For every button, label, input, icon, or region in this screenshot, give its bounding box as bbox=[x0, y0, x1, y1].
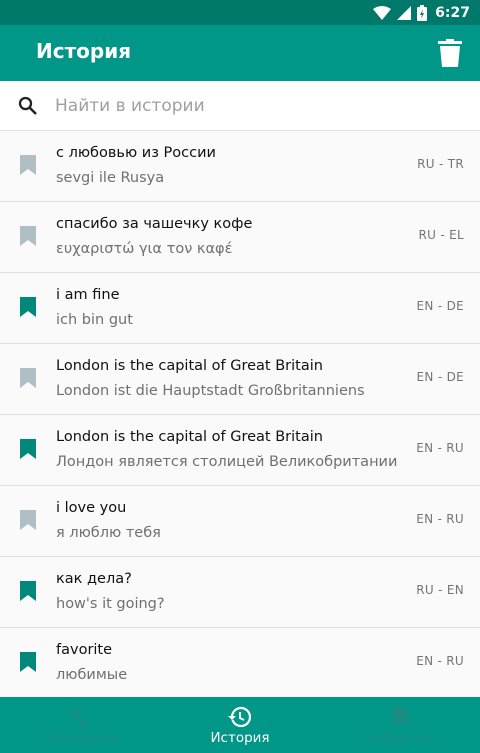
history-list: с любовью из России sevgi ile Rusya RU -… bbox=[0, 131, 480, 697]
language-pair: EN - DE bbox=[416, 299, 464, 313]
bookmark-icon[interactable] bbox=[20, 297, 36, 317]
language-pair: EN - RU bbox=[416, 512, 464, 526]
source-text: London is the capital of Great Britain bbox=[56, 358, 323, 374]
signal-icon bbox=[397, 6, 412, 20]
source-text: i love you bbox=[56, 500, 127, 516]
list-item[interactable]: favorite любимые EN - RU bbox=[0, 628, 480, 697]
bookmark-icon bbox=[393, 707, 407, 727]
source-text: с любовью из России bbox=[56, 145, 216, 161]
list-item[interactable]: London is the capital of Great Britain Л… bbox=[0, 415, 480, 486]
page-title: История bbox=[36, 39, 132, 63]
translation-text: ευχαριστώ για τον καφέ bbox=[56, 241, 233, 257]
list-item[interactable]: как дела? how's it going? RU - EN bbox=[0, 557, 480, 628]
bookmark-icon[interactable] bbox=[20, 226, 36, 246]
bookmark-icon[interactable] bbox=[20, 155, 36, 175]
source-text: i am fine bbox=[56, 287, 120, 303]
source-text: London is the capital of Great Britain bbox=[56, 429, 323, 445]
source-text: спасибо за чашечку кофе bbox=[56, 216, 253, 232]
language-pair: RU - EN bbox=[416, 583, 464, 597]
translation-text: sevgi ile Rusya bbox=[56, 170, 165, 186]
wifi-icon bbox=[373, 6, 392, 20]
language-pair: RU - TR bbox=[417, 157, 464, 171]
nav-favorites[interactable]: Избранное bbox=[320, 697, 480, 753]
language-pair: RU - EL bbox=[418, 228, 464, 242]
bookmark-icon[interactable] bbox=[20, 368, 36, 388]
source-text: favorite bbox=[56, 642, 113, 658]
list-item[interactable]: London is the capital of Great Britain L… bbox=[0, 344, 480, 415]
list-item[interactable]: i am fine ich bin gut EN - DE bbox=[0, 273, 480, 344]
battery-icon bbox=[417, 5, 428, 21]
nav-history[interactable]: История bbox=[160, 697, 320, 753]
bottom-nav: 文 A Переводчик История Избранное bbox=[0, 697, 480, 753]
list-item[interactable]: спасибо за чашечку кофе ευχαριστώ για το… bbox=[0, 202, 480, 273]
search-bar bbox=[0, 81, 480, 131]
nav-label: Избранное bbox=[365, 731, 435, 745]
trash-icon[interactable] bbox=[438, 39, 462, 67]
language-pair: EN - DE bbox=[416, 370, 464, 384]
bookmark-icon[interactable] bbox=[20, 581, 36, 601]
app-bar: История bbox=[0, 25, 480, 81]
nav-translator[interactable]: 文 A Переводчик bbox=[0, 697, 160, 753]
status-bar: 6:27 bbox=[0, 0, 480, 25]
bookmark-icon[interactable] bbox=[20, 652, 36, 672]
translation-text: how's it going? bbox=[56, 596, 165, 612]
status-icons: 6:27 bbox=[373, 3, 470, 23]
status-time: 6:27 bbox=[435, 5, 470, 21]
list-item[interactable]: с любовью из России sevgi ile Rusya RU -… bbox=[0, 131, 480, 202]
language-pair: EN - RU bbox=[416, 654, 464, 668]
svg-text:A: A bbox=[79, 716, 89, 728]
translation-text: я люблю тебя bbox=[56, 525, 161, 541]
nav-label: История bbox=[210, 730, 270, 746]
bookmark-icon[interactable] bbox=[20, 510, 36, 530]
translation-text: London ist die Hauptstadt Großbritannien… bbox=[56, 383, 365, 399]
source-text: как дела? bbox=[56, 571, 132, 587]
history-icon bbox=[228, 706, 252, 728]
bookmark-icon[interactable] bbox=[20, 439, 36, 459]
language-pair: EN - RU bbox=[416, 441, 464, 455]
translation-text: Лондон является столицей Великобритании bbox=[56, 454, 398, 470]
translate-icon: 文 A bbox=[69, 707, 89, 728]
translation-text: любимые bbox=[56, 667, 128, 683]
list-item[interactable]: i love you я люблю тебя EN - RU bbox=[0, 486, 480, 557]
search-icon bbox=[18, 96, 37, 115]
search-input[interactable] bbox=[55, 93, 455, 119]
translation-text: ich bin gut bbox=[56, 312, 133, 328]
nav-label: Переводчик bbox=[41, 731, 119, 745]
